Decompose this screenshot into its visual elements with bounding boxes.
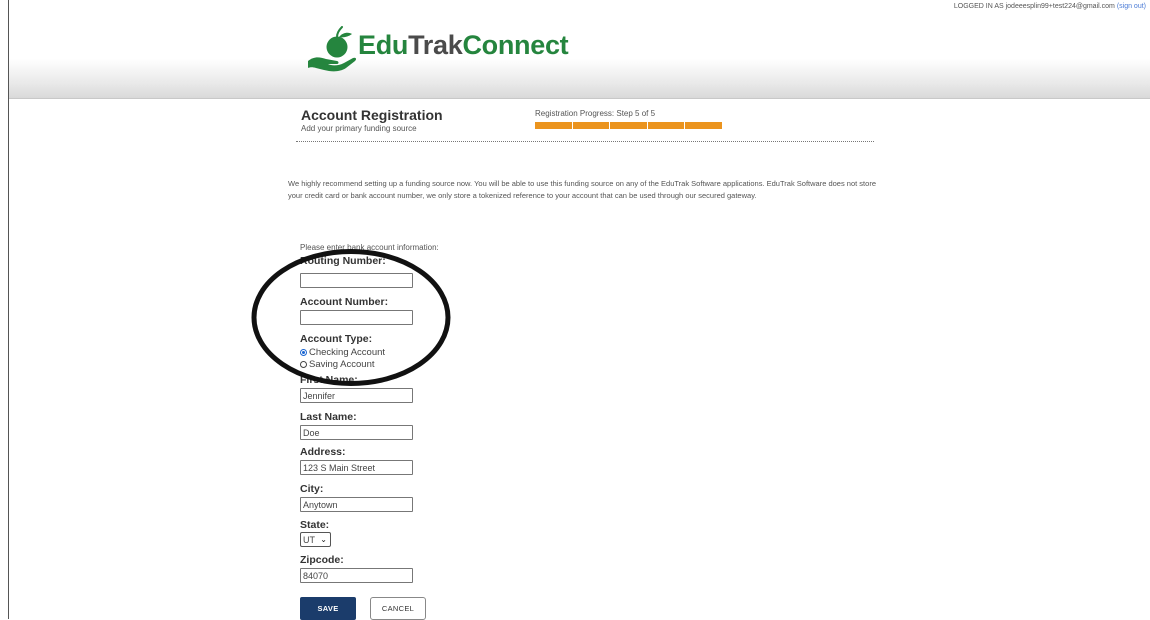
progress-segment (647, 122, 685, 129)
first-name-input[interactable] (300, 388, 413, 403)
radio-unchecked-icon[interactable] (300, 361, 307, 368)
saving-account-radio[interactable]: Saving Account (300, 359, 375, 370)
state-selected-value: UT (303, 534, 315, 545)
state-select[interactable]: UT ⌄ (300, 532, 331, 547)
chevron-down-icon: ⌄ (320, 535, 327, 544)
account-type-label: Account Type: (300, 333, 373, 345)
routing-number-label: Routing Number: (300, 255, 386, 267)
page-subtitle: Add your primary funding source (301, 124, 417, 133)
logo-trak: Trak (408, 30, 463, 60)
edutrak-logo[interactable]: EduTrakConnect (306, 26, 606, 72)
progress-segment (685, 122, 722, 129)
logo-edu: Edu (358, 30, 409, 60)
login-status: LOGGED IN AS jodeeesplin99+test224@gmail… (954, 3, 1146, 10)
site-header: LOGGED IN AS jodeeesplin99+test224@gmail… (9, 0, 1150, 99)
form-hint: Please enter bank account information: (300, 243, 439, 252)
logo-wordmark: EduTrakConnect (358, 30, 569, 61)
city-label: City: (300, 483, 324, 495)
address-input[interactable] (300, 460, 413, 475)
progress-segment (572, 122, 610, 129)
radio-checked-icon[interactable] (300, 349, 307, 356)
progress-segment (535, 122, 572, 129)
last-name-input[interactable] (300, 425, 413, 440)
login-status-text: LOGGED IN AS jodeeesplin99+test224@gmail… (953, 3, 1115, 10)
zipcode-input[interactable] (300, 568, 413, 583)
progress-label: Registration Progress: Step 5 of 5 (535, 109, 656, 118)
saving-account-label: Saving Account (309, 359, 375, 370)
account-number-label: Account Number: (300, 296, 389, 308)
state-label: State: (300, 519, 330, 531)
city-input[interactable] (300, 497, 413, 512)
checking-account-radio[interactable]: Checking Account (300, 347, 385, 358)
account-number-input[interactable] (300, 310, 413, 325)
zipcode-label: Zipcode: (300, 554, 344, 566)
registration-progress-bar (535, 122, 722, 129)
last-name-label: Last Name: (300, 411, 357, 423)
funding-intro-text: We highly recommend setting up a funding… (288, 179, 876, 200)
sign-out-link[interactable]: (sign out) (1117, 3, 1146, 10)
checking-account-label: Checking Account (309, 347, 386, 358)
apple-hand-icon (308, 26, 357, 72)
logo-connect: Connect (462, 30, 569, 60)
first-name-label: First Name: (300, 374, 358, 386)
progress-segment (610, 122, 647, 129)
registration-header: Account Registration Add your primary fu… (296, 105, 874, 142)
address-label: Address: (300, 446, 346, 458)
page-title: Account Registration (301, 107, 443, 123)
save-button[interactable]: SAVE (300, 597, 356, 620)
cancel-button[interactable]: CANCEL (370, 597, 426, 620)
routing-number-input[interactable] (300, 273, 413, 288)
